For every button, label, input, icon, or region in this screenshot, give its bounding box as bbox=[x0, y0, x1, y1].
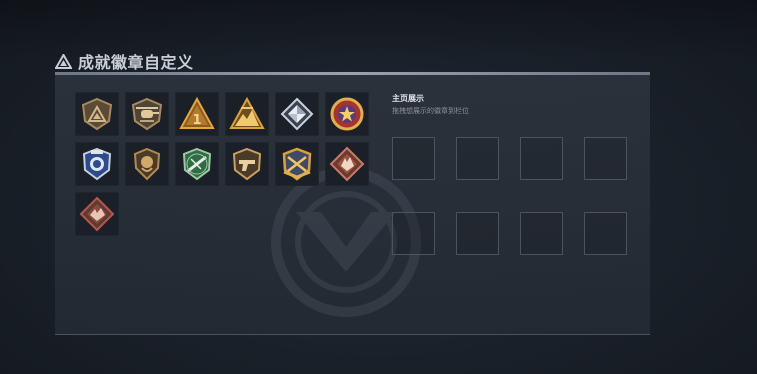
badge-helicopter[interactable] bbox=[125, 92, 169, 136]
svg-text:1: 1 bbox=[192, 113, 201, 128]
badge-pistol-crest[interactable] bbox=[225, 142, 269, 186]
number-one-badge-icon: 1 bbox=[179, 96, 215, 129]
showcase-slot-7[interactable] bbox=[520, 212, 563, 255]
badge-crossed-guns[interactable] bbox=[275, 142, 319, 186]
showcase-slot-3[interactable] bbox=[520, 137, 563, 180]
showcase-slot-8[interactable] bbox=[584, 212, 627, 255]
badge-blue-police[interactable] bbox=[75, 142, 119, 186]
warning-triangle-icon bbox=[55, 53, 72, 69]
badge-diamond[interactable] bbox=[275, 92, 319, 136]
panel-top-divider bbox=[55, 72, 650, 75]
showcase-slot-5[interactable] bbox=[392, 212, 435, 255]
badge-number-one[interactable]: 1 bbox=[175, 92, 219, 136]
badge-wolf-diamond[interactable] bbox=[325, 142, 369, 186]
showcase-title: 主页展示 bbox=[392, 94, 424, 103]
badge-grid: 1 bbox=[75, 92, 369, 236]
wolf-diamond-alt-badge-icon bbox=[79, 196, 115, 232]
badge-customization-panel: 1 主页展示 拖拽想展示的徽章到栏位 bbox=[55, 72, 650, 335]
badge-mountain[interactable] bbox=[225, 92, 269, 136]
badge-green-rifle[interactable] bbox=[175, 142, 219, 186]
triangle-shield-badge-icon bbox=[81, 97, 113, 131]
diamond-badge-icon bbox=[280, 97, 314, 131]
wolf-diamond-badge-icon bbox=[329, 146, 365, 182]
badge-star-medal[interactable] bbox=[325, 92, 369, 136]
pistol-crest-badge-icon bbox=[232, 147, 262, 181]
showcase-slot-4[interactable] bbox=[584, 137, 627, 180]
showcase-subtitle: 拖拽想展示的徽章到栏位 bbox=[392, 107, 469, 115]
page-title: 成就徽章自定义 bbox=[78, 53, 194, 72]
star-medal-badge-icon bbox=[330, 97, 364, 131]
page-header: 成就徽章自定义 bbox=[55, 50, 194, 72]
crossed-guns-badge-icon bbox=[282, 147, 312, 181]
blue-police-badge-icon bbox=[82, 147, 112, 181]
showcase-slot-6[interactable] bbox=[456, 212, 499, 255]
badge-wolf-diamond-alt[interactable] bbox=[75, 192, 119, 236]
helicopter-badge-icon bbox=[131, 97, 163, 131]
badge-triangle-shield[interactable] bbox=[75, 92, 119, 136]
mountain-badge-icon bbox=[229, 96, 265, 129]
green-rifle-badge-icon bbox=[182, 147, 212, 181]
lion-crest-badge-icon bbox=[133, 147, 161, 181]
badge-lion-crest[interactable] bbox=[125, 142, 169, 186]
showcase-slot-2[interactable] bbox=[456, 137, 499, 180]
showcase-slot-1[interactable] bbox=[392, 137, 435, 180]
